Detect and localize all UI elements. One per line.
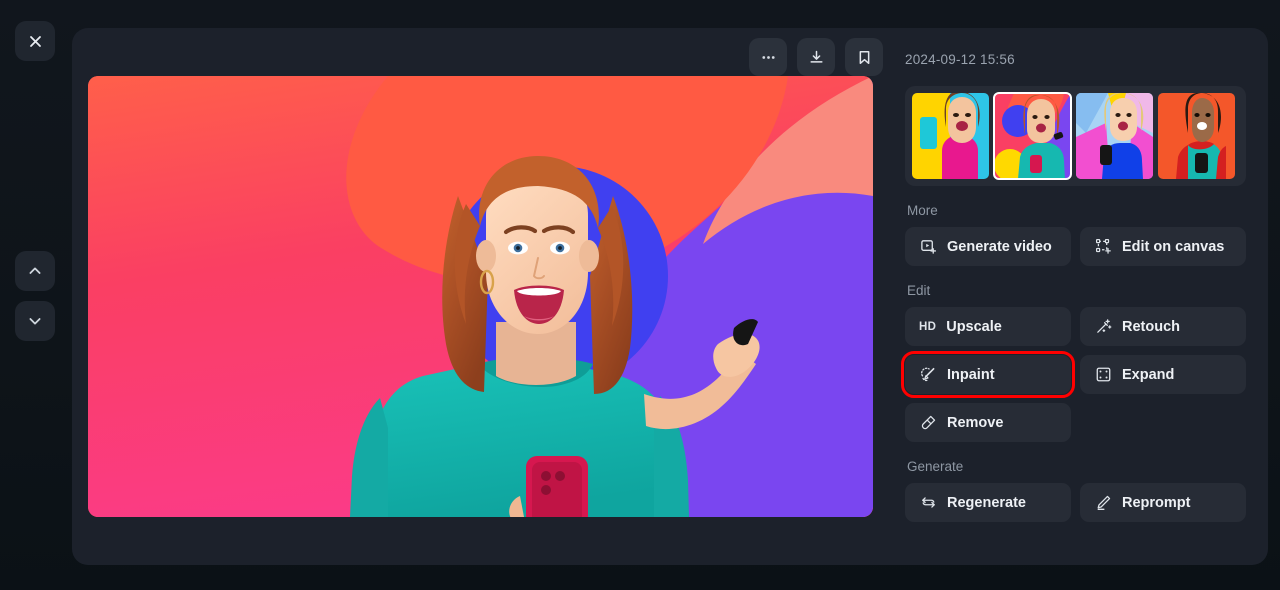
reprompt-button[interactable]: Reprompt	[1080, 483, 1246, 522]
video-add-icon	[919, 238, 937, 256]
detail-sidebar: 2024-09-12 15:56 More Generate video Edi…	[901, 28, 1268, 565]
thumbnail-graphic-3	[1076, 93, 1153, 179]
inpaint-button[interactable]: Inpaint	[901, 351, 1075, 398]
section-buttons-generate: Regenerate Reprompt	[905, 483, 1246, 522]
regenerate-label: Regenerate	[947, 494, 1026, 511]
hd-icon: HD	[919, 320, 937, 333]
close-icon	[28, 34, 43, 49]
generate-video-label: Generate video	[947, 238, 1052, 255]
magic-wand-icon	[1094, 318, 1112, 336]
reprompt-label: Reprompt	[1122, 494, 1191, 511]
thumbnail-item-1[interactable]	[912, 93, 989, 179]
thumbnail-graphic-1	[912, 93, 989, 179]
expand-icon	[1094, 366, 1112, 384]
upscale-label: Upscale	[946, 318, 1002, 335]
refresh-icon	[919, 494, 937, 512]
remove-button[interactable]: Remove	[905, 403, 1071, 442]
bookmark-button[interactable]	[845, 38, 883, 76]
expand-button[interactable]: Expand	[1080, 355, 1246, 394]
remove-label: Remove	[947, 414, 1004, 431]
section-label-edit: Edit	[907, 283, 931, 298]
next-image-button[interactable]	[15, 301, 55, 341]
section-label-generate: Generate	[907, 459, 964, 474]
section-buttons-edit: HD Upscale Retouch Inpaint Expand Remove	[901, 307, 1246, 442]
expand-label: Expand	[1122, 366, 1175, 383]
regenerate-button[interactable]: Regenerate	[905, 483, 1071, 522]
previous-image-button[interactable]	[15, 251, 55, 291]
image-detail-modal: 2024-09-12 15:56 More Generate video Edi…	[72, 28, 1268, 565]
image-viewer	[72, 28, 905, 565]
edit-on-canvas-label: Edit on canvas	[1122, 238, 1225, 255]
image-timestamp: 2024-09-12 15:56	[905, 52, 1015, 67]
thumbnail-item-2[interactable]	[993, 92, 1072, 180]
inpaint-label: Inpaint	[947, 366, 995, 383]
chevron-down-icon	[27, 313, 43, 329]
retouch-button[interactable]: Retouch	[1080, 307, 1246, 346]
thumbnail-item-4[interactable]	[1158, 93, 1235, 179]
pencil-icon	[1094, 494, 1112, 512]
main-image-graphic	[88, 76, 873, 517]
generate-video-button[interactable]: Generate video	[905, 227, 1071, 266]
more-options-button[interactable]	[749, 38, 787, 76]
thumbnail-strip	[905, 86, 1246, 186]
thumbnail-item-3[interactable]	[1076, 93, 1153, 179]
thumbnail-graphic-4	[1158, 93, 1235, 179]
eraser-icon	[919, 414, 937, 432]
download-icon	[808, 49, 825, 66]
section-buttons-more: Generate video Edit on canvas	[905, 227, 1246, 266]
upscale-button[interactable]: HD Upscale	[905, 307, 1071, 346]
ellipsis-icon	[760, 49, 777, 66]
close-button[interactable]	[15, 21, 55, 61]
inpaint-brush-icon	[919, 366, 937, 384]
retouch-label: Retouch	[1122, 318, 1180, 335]
screen-root: 2024-09-12 15:56 More Generate video Edi…	[0, 0, 1280, 590]
section-label-more: More	[907, 203, 938, 218]
canvas-transform-icon	[1094, 238, 1112, 256]
download-button[interactable]	[797, 38, 835, 76]
main-image[interactable]	[88, 76, 873, 517]
thumbnail-graphic-2	[994, 93, 1071, 179]
edit-on-canvas-button[interactable]: Edit on canvas	[1080, 227, 1246, 266]
image-toolbar	[749, 38, 883, 76]
chevron-up-icon	[27, 263, 43, 279]
bookmark-icon	[856, 49, 873, 66]
